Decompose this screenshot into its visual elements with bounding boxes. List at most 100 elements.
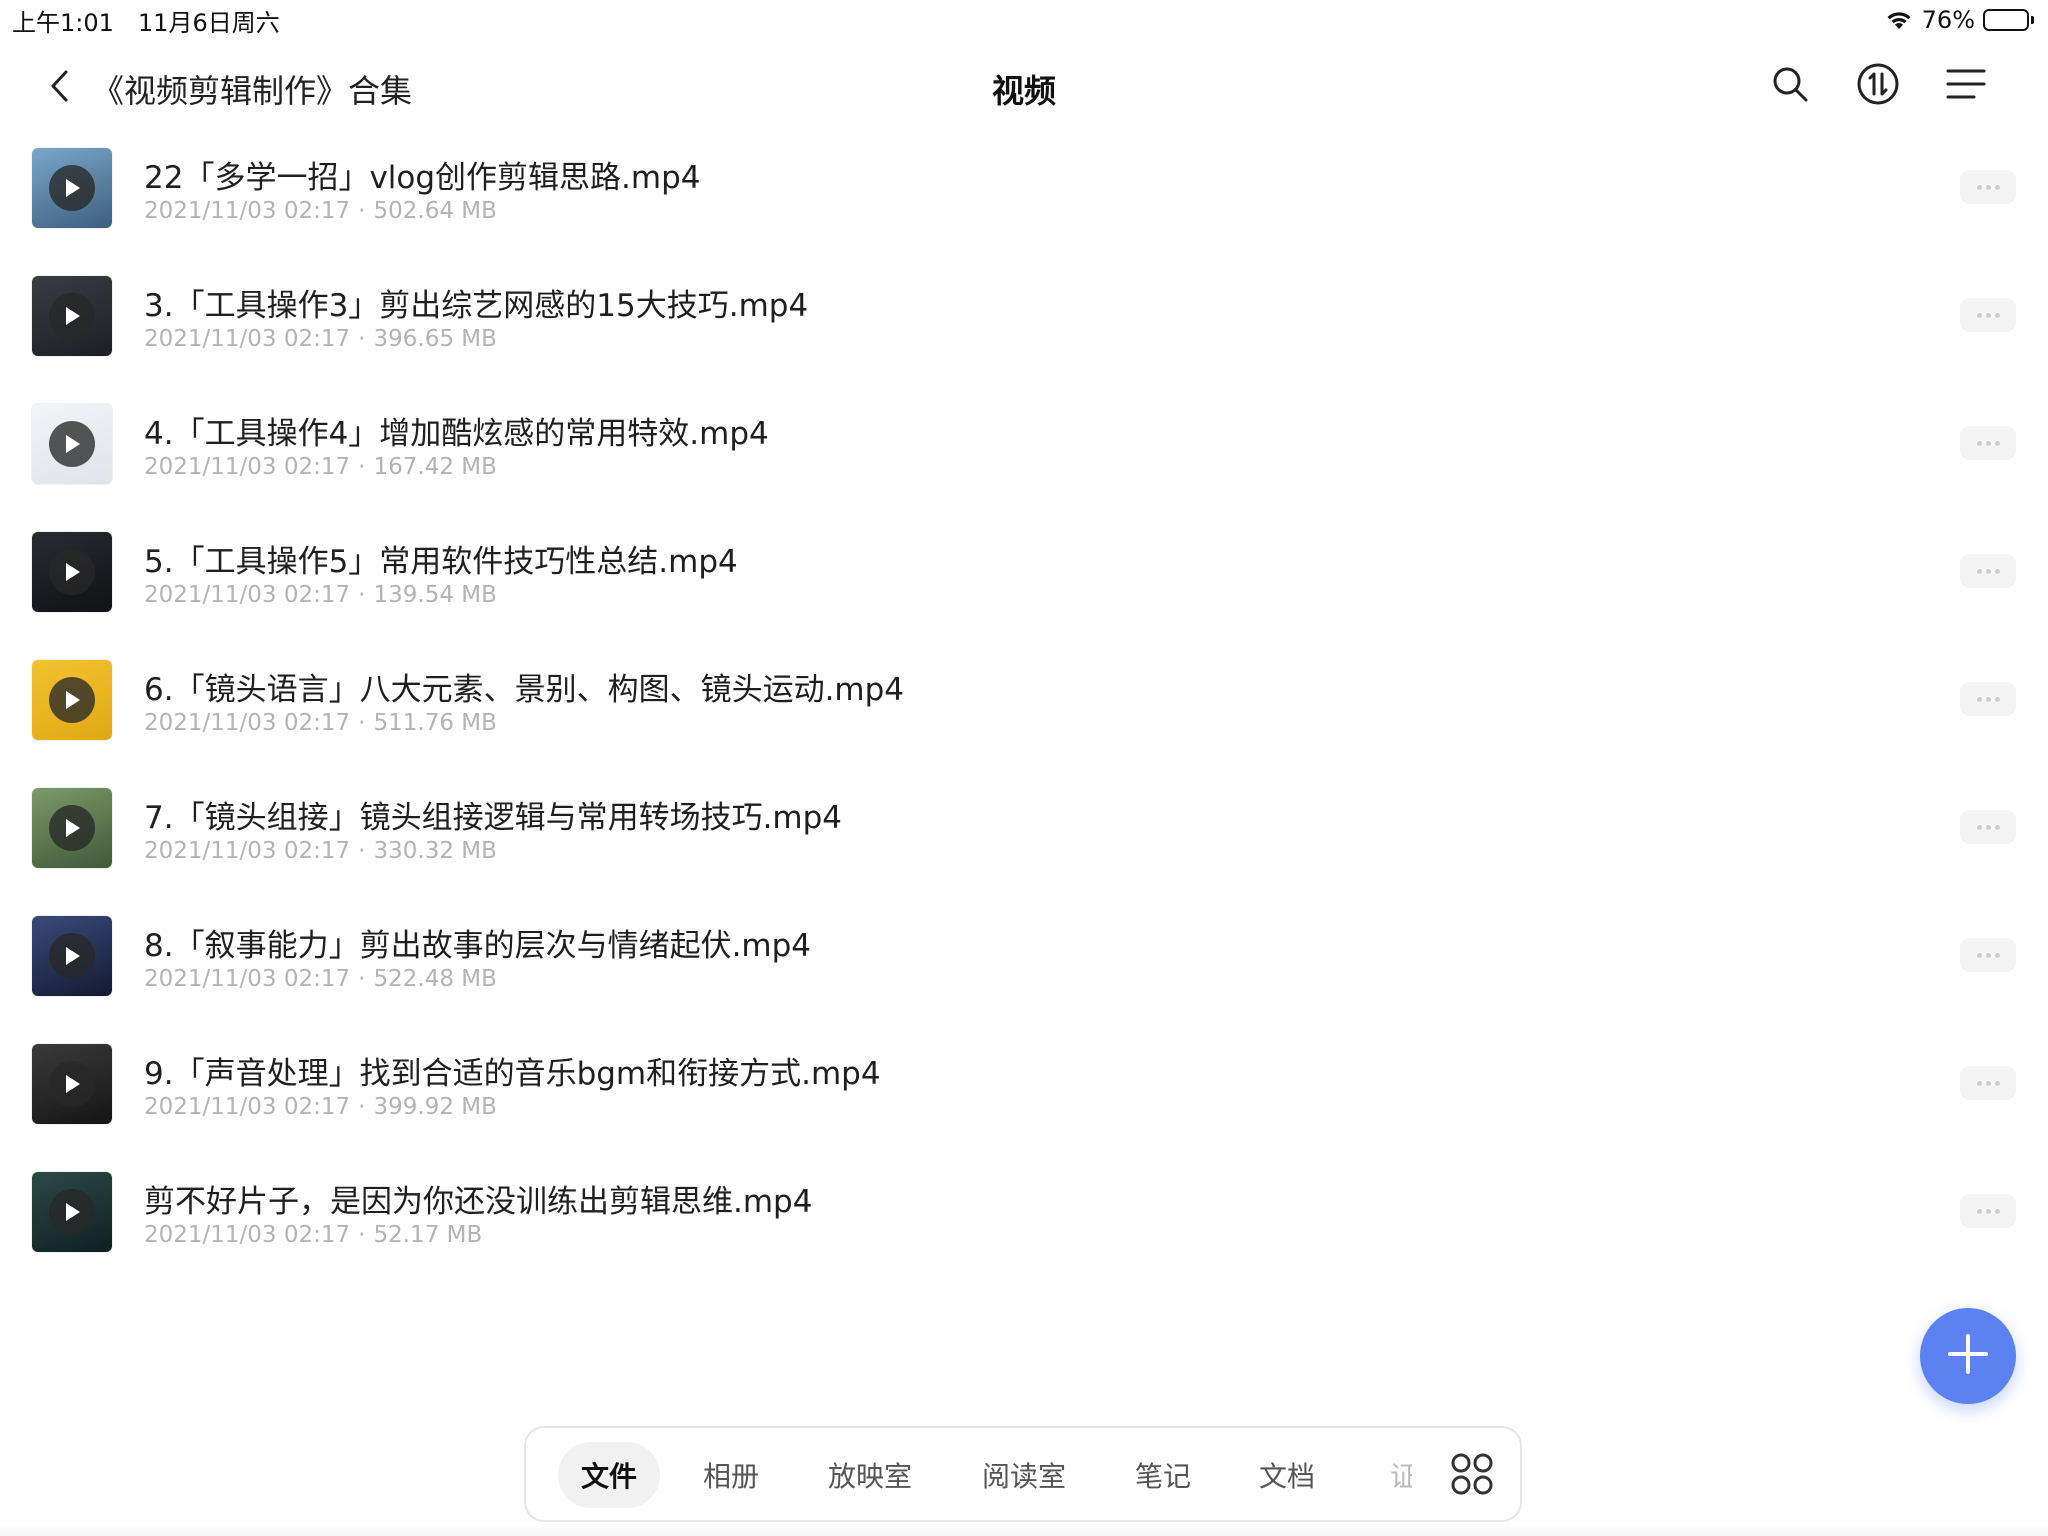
meta-separator: · bbox=[358, 326, 366, 352]
more-options-button[interactable] bbox=[1960, 938, 2016, 972]
more-options-button[interactable] bbox=[1960, 554, 2016, 588]
file-meta: 2021/11/03 02:17 · 139.54 MB bbox=[144, 582, 497, 608]
status-left: 上午1:01 11月6日周六 bbox=[12, 3, 280, 38]
tab-album[interactable]: 相册 bbox=[686, 1442, 776, 1508]
meta-separator: · bbox=[358, 966, 366, 992]
more-dot bbox=[1985, 952, 1991, 958]
more-options-button[interactable] bbox=[1960, 170, 2016, 204]
screen: 上午1:01 11月6日周六 76% 《视频剪辑制作》合集 视频 22「多学一招… bbox=[0, 0, 2048, 1536]
file-name: 6.「镜头语言」八大元素、景别、构图、镜头运动.mp4 bbox=[144, 672, 905, 708]
meta-separator: · bbox=[358, 1222, 366, 1248]
video-thumbnail bbox=[32, 1172, 112, 1252]
tab-files[interactable]: 文件 bbox=[558, 1442, 660, 1508]
more-dot bbox=[1994, 1080, 2000, 1086]
search-button[interactable] bbox=[1768, 64, 1812, 108]
file-date: 2021/11/03 02:17 bbox=[144, 582, 351, 608]
more-options-button[interactable] bbox=[1960, 1194, 2016, 1228]
tab-reading-room[interactable]: 阅读室 bbox=[964, 1442, 1084, 1508]
video-thumbnail bbox=[32, 916, 112, 996]
tab-notes[interactable]: 笔记 bbox=[1118, 1442, 1208, 1508]
status-right: 76% bbox=[1884, 0, 2034, 40]
more-options-button[interactable] bbox=[1960, 426, 2016, 460]
video-thumbnail bbox=[32, 532, 112, 612]
file-size: 511.76 MB bbox=[373, 710, 497, 736]
file-size: 399.92 MB bbox=[373, 1094, 497, 1120]
video-thumbnail bbox=[32, 148, 112, 228]
more-dot bbox=[1994, 184, 2000, 190]
more-dot bbox=[1994, 952, 2000, 958]
file-meta: 2021/11/03 02:17 · 396.65 MB bbox=[144, 326, 497, 352]
file-row[interactable]: 剪不好片子，是因为你还没训练出剪辑思维.mp4 2021/11/03 02:17 ·… bbox=[0, 1164, 2048, 1292]
file-meta: 2021/11/03 02:17 · 522.48 MB bbox=[144, 966, 497, 992]
status-bar: 上午1:01 11月6日周六 76% bbox=[0, 0, 2048, 40]
play-icon bbox=[49, 1061, 95, 1107]
file-row[interactable]: 22「多学一招」vlog创作剪辑思路.mp4 2021/11/03 02:17 · 5… bbox=[0, 140, 2048, 268]
file-meta: 2021/11/03 02:17 · 502.64 MB bbox=[144, 198, 497, 224]
more-dot bbox=[1976, 824, 1982, 830]
collection-title[interactable]: 《视频剪辑制作》合集 bbox=[92, 66, 412, 112]
more-dot bbox=[1994, 696, 2000, 702]
file-meta: 2021/11/03 02:17 · 511.76 MB bbox=[144, 710, 497, 736]
chevron-left-icon bbox=[48, 68, 72, 108]
file-size: 396.65 MB bbox=[373, 326, 497, 352]
play-icon bbox=[49, 293, 95, 339]
menu-icon bbox=[1946, 67, 1986, 105]
play-icon bbox=[49, 933, 95, 979]
apps-button[interactable] bbox=[1444, 1448, 1500, 1504]
file-date: 2021/11/03 02:17 bbox=[144, 326, 351, 352]
file-row[interactable]: 6.「镜头语言」八大元素、景别、构图、镜头运动.mp4 2021/11/03 02… bbox=[0, 652, 2048, 780]
video-thumbnail bbox=[32, 660, 112, 740]
file-meta: 2021/11/03 02:17 · 399.92 MB bbox=[144, 1094, 497, 1120]
back-button[interactable] bbox=[40, 64, 80, 112]
sort-button[interactable] bbox=[1856, 63, 1900, 108]
file-date: 2021/11/03 02:17 bbox=[144, 454, 351, 480]
file-row[interactable]: 9.「声音处理」找到合适的音乐bgm和衔接方式.mp4 2021/11/03 02… bbox=[0, 1036, 2048, 1164]
file-row[interactable]: 5.「工具操作5」常用软件技巧性总结.mp4 2021/11/03 02:17 · 1… bbox=[0, 524, 2048, 652]
more-options-button[interactable] bbox=[1960, 1066, 2016, 1100]
file-row[interactable]: 8.「叙事能力」剪出故事的层次与情绪起伏.mp4 2021/11/03 02:17… bbox=[0, 908, 2048, 1036]
more-dot bbox=[1976, 184, 1982, 190]
more-dot bbox=[1976, 952, 1982, 958]
more-dot bbox=[1985, 1208, 1991, 1214]
video-thumbnail bbox=[32, 788, 112, 868]
meta-separator: · bbox=[358, 710, 366, 736]
menu-button[interactable] bbox=[1944, 64, 1988, 108]
play-icon bbox=[49, 549, 95, 595]
file-name: 4.「工具操作4」增加酷炫感的常用特效.mp4 bbox=[144, 416, 769, 452]
status-time: 上午1:01 bbox=[12, 8, 114, 37]
more-dot bbox=[1976, 440, 1982, 446]
more-dot bbox=[1976, 696, 1982, 702]
file-date: 2021/11/03 02:17 bbox=[144, 1222, 351, 1248]
file-name: 3.「工具操作3」剪出综艺网感的15大技巧.mp4 bbox=[144, 288, 809, 324]
more-options-button[interactable] bbox=[1960, 298, 2016, 332]
nav-bar: 《视频剪辑制作》合集 视频 bbox=[0, 44, 2048, 136]
file-row[interactable]: 3.「工具操作3」剪出综艺网感的15大技巧.mp4 2021/11/03 02:1… bbox=[0, 268, 2048, 396]
tab-theater[interactable]: 放映室 bbox=[810, 1442, 930, 1508]
file-date: 2021/11/03 02:17 bbox=[144, 966, 351, 992]
more-dot bbox=[1985, 440, 1991, 446]
more-dot bbox=[1985, 824, 1991, 830]
more-dot bbox=[1994, 568, 2000, 574]
nav-actions bbox=[1768, 63, 1988, 108]
meta-separator: · bbox=[358, 838, 366, 864]
more-dot bbox=[1976, 1080, 1982, 1086]
file-size: 52.17 MB bbox=[373, 1222, 483, 1248]
status-date: 11月6日周六 bbox=[137, 8, 280, 37]
file-date: 2021/11/03 02:17 bbox=[144, 198, 351, 224]
meta-separator: · bbox=[358, 1094, 366, 1120]
play-icon bbox=[49, 1189, 95, 1235]
page-title: 视频 bbox=[991, 72, 1056, 110]
more-options-button[interactable] bbox=[1960, 810, 2016, 844]
more-options-button[interactable] bbox=[1960, 682, 2016, 716]
add-button[interactable] bbox=[1920, 1308, 2016, 1404]
tab-documents[interactable]: 文档 bbox=[1242, 1442, 1332, 1508]
file-size: 330.32 MB bbox=[373, 838, 497, 864]
file-row[interactable]: 7.「镜头组接」镜头组接逻辑与常用转场技巧.mp4 2021/11/03 02:1… bbox=[0, 780, 2048, 908]
apps-grid-icon bbox=[1450, 1452, 1494, 1500]
more-dot bbox=[1985, 568, 1991, 574]
tab-truncated[interactable]: 证 bbox=[1390, 1442, 1412, 1508]
file-row[interactable]: 4.「工具操作4」增加酷炫感的常用特效.mp4 2021/11/03 02:17 ·… bbox=[0, 396, 2048, 524]
more-dot bbox=[1985, 312, 1991, 318]
more-dot bbox=[1976, 312, 1982, 318]
file-name: 剪不好片子，是因为你还没训练出剪辑思维.mp4 bbox=[144, 1184, 813, 1220]
